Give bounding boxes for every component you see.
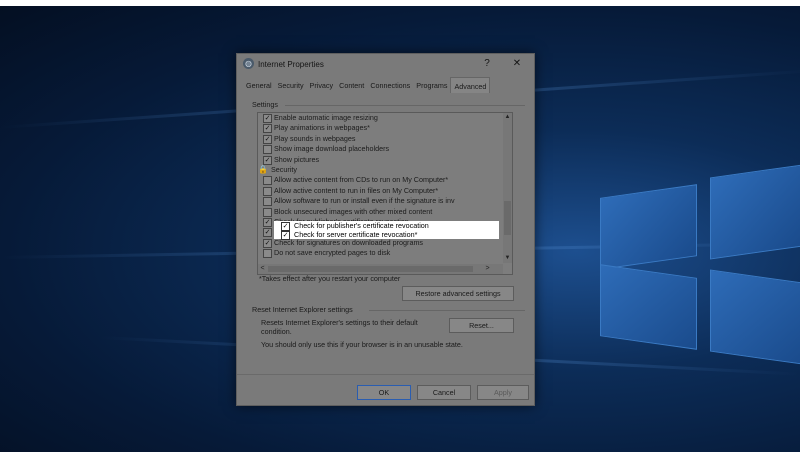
help-button[interactable]: ? xyxy=(479,57,495,71)
checkbox[interactable]: ✓ xyxy=(281,231,290,240)
settings-category: 🔒 Security xyxy=(258,165,503,175)
settings-row[interactable]: ✓ Enable automatic image resizing xyxy=(258,113,503,123)
vertical-scroll-thumb[interactable] xyxy=(504,201,511,235)
advanced-settings-list[interactable]: ✓ Enable automatic image resizing ✓ Play an… xyxy=(257,112,513,275)
category-label: Security xyxy=(271,165,297,174)
apply-button[interactable]: Apply xyxy=(477,385,529,400)
close-button[interactable]: ✕ xyxy=(509,57,525,71)
checkbox[interactable]: ✓ xyxy=(263,124,272,134)
lock-icon: 🔒 xyxy=(258,165,268,174)
reset-warning: You should only use this if your browser… xyxy=(261,340,463,349)
dialog-title: Internet Properties xyxy=(258,60,324,69)
tab-general[interactable]: General xyxy=(243,79,275,93)
checkbox-label: Do not save encrypted pages to disk xyxy=(274,248,391,258)
checkbox[interactable] xyxy=(263,145,272,155)
restart-footnote: *Takes effect after you restart your com… xyxy=(259,274,401,283)
checkbox-label: Allow active content from CDs to run on … xyxy=(274,175,449,185)
checkbox[interactable]: ✓ xyxy=(263,238,272,248)
settings-row[interactable]: ✓ Show pictures xyxy=(258,155,503,165)
settings-row[interactable]: ✓ Play animations in webpages* xyxy=(258,123,503,134)
checkbox-label: Check for signatures on downloaded progr… xyxy=(274,237,424,247)
scroll-left-arrow-icon[interactable]: < xyxy=(258,264,267,274)
scroll-down-arrow-icon[interactable]: ▼ xyxy=(503,254,512,263)
settings-row[interactable]: Allow active content to run in files on … xyxy=(258,186,503,196)
reset-group-label: Reset Internet Explorer settings xyxy=(252,305,355,314)
reset-button[interactable]: Reset... xyxy=(449,318,514,333)
checkbox-label: Check for server certificate revocation* xyxy=(294,230,418,239)
checkbox[interactable] xyxy=(263,197,272,207)
checkbox[interactable] xyxy=(263,186,272,196)
windows-logo-pane xyxy=(600,184,697,270)
scroll-right-arrow-icon[interactable]: > xyxy=(483,264,492,274)
scroll-up-arrow-icon[interactable]: ▲ xyxy=(503,113,512,122)
title-bar[interactable]: ◍ Internet Properties ? ✕ xyxy=(237,54,534,76)
checkbox[interactable]: ✓ xyxy=(263,228,272,238)
ok-button[interactable]: OK xyxy=(357,385,411,400)
tab-strip: General Security Privacy Content Connect… xyxy=(243,77,491,93)
checkbox[interactable] xyxy=(263,176,272,186)
tab-advanced[interactable]: Advanced xyxy=(450,77,491,93)
settings-group-divider xyxy=(285,105,525,106)
tab-security[interactable]: Security xyxy=(275,79,307,93)
checkbox-label: Play animations in webpages* xyxy=(274,123,370,133)
internet-options-icon: ◍ xyxy=(243,58,254,69)
horizontal-scroll-thumb[interactable] xyxy=(268,266,473,272)
vertical-scrollbar[interactable]: ▲ ▼ xyxy=(503,113,512,263)
checkbox-label: Allow active content to run in files on … xyxy=(274,185,439,195)
horizontal-scrollbar[interactable]: < > xyxy=(258,264,503,274)
checkbox-label: Play sounds in webpages xyxy=(274,133,356,143)
cancel-button[interactable]: Cancel xyxy=(417,385,471,400)
checkbox[interactable]: ✓ xyxy=(263,155,272,165)
settings-row[interactable]: Allow active content from CDs to run on … xyxy=(258,175,503,186)
settings-row[interactable]: Show image download placeholders xyxy=(258,144,503,155)
checkbox-label: Show pictures xyxy=(274,154,320,164)
footer-divider xyxy=(237,374,534,375)
settings-row[interactable]: ✓ Check for signatures on downloaded prog… xyxy=(258,238,503,248)
tab-content[interactable]: Content xyxy=(336,79,367,93)
settings-row[interactable]: ✓ Play sounds in webpages xyxy=(258,134,503,144)
settings-group-label: Settings xyxy=(252,100,280,109)
settings-row[interactable]: Allow software to run or install even if… xyxy=(258,196,503,207)
checkbox-label: Enable automatic image resizing xyxy=(274,113,378,122)
checkbox-label: Show image download placeholders xyxy=(274,144,390,154)
checkbox[interactable]: ✓ xyxy=(263,114,272,123)
tab-programs[interactable]: Programs xyxy=(413,79,450,93)
reset-group-divider xyxy=(369,310,525,311)
tab-privacy[interactable]: Privacy xyxy=(307,79,337,93)
settings-row[interactable]: Do not save encrypted pages to disk xyxy=(258,248,503,259)
checkbox-label: Allow software to run or install even if… xyxy=(274,196,455,206)
checkbox[interactable] xyxy=(263,249,272,259)
settings-row[interactable]: Block unsecured images with other mixed … xyxy=(258,207,503,217)
reset-description-line2: condition. xyxy=(261,327,292,336)
checkbox[interactable]: ✓ xyxy=(263,218,272,227)
windows-logo-pane xyxy=(600,264,697,350)
checkbox[interactable]: ✓ xyxy=(263,134,272,144)
checkbox[interactable]: ✓ xyxy=(281,222,290,231)
tab-connections[interactable]: Connections xyxy=(367,79,413,93)
highlighted-settings-overlay: ✓ Check for publisher's certificate revo… xyxy=(274,221,499,240)
windows-logo-pane xyxy=(710,164,800,260)
reset-description-line1: Resets Internet Explorer's settings to t… xyxy=(261,318,418,327)
restore-advanced-settings-button[interactable]: Restore advanced settings xyxy=(402,286,514,301)
checkbox[interactable] xyxy=(263,207,272,217)
checkbox-label: Check for publisher's certificate revoca… xyxy=(294,221,429,230)
windows-logo-pane xyxy=(710,269,800,365)
checkbox-label: Block unsecured images with other mixed … xyxy=(274,206,433,216)
